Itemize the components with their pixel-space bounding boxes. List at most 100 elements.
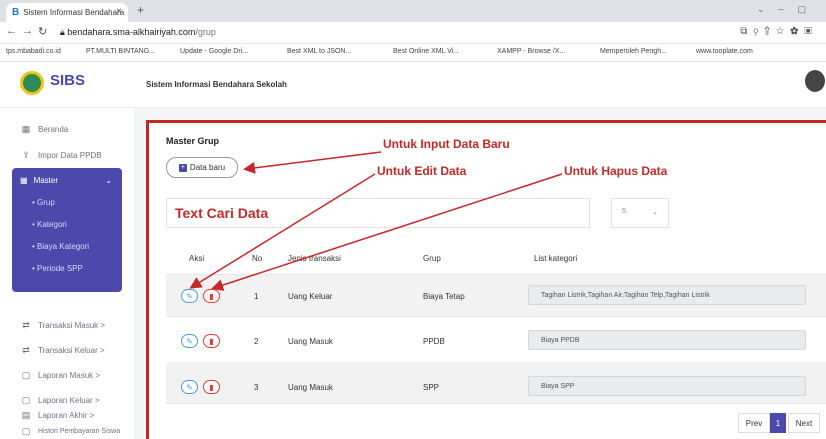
browser-tab[interactable]: B Sistem Informasi Bendahara × bbox=[6, 3, 128, 22]
forward-icon[interactable]: → bbox=[22, 25, 33, 37]
sidebar-subitem-biaya-kategori[interactable]: • Biaya Kategori bbox=[32, 242, 89, 251]
bookmarks-bar: tps.mbabadi.co.id PT.MULTI BINTANG... Up… bbox=[0, 44, 826, 62]
brand-name[interactable]: SIBS bbox=[50, 72, 85, 89]
cell-grup: Biaya Tetap bbox=[423, 292, 465, 301]
search-input[interactable]: Text Cari Data bbox=[166, 198, 590, 228]
document-icon: ▢ bbox=[21, 370, 31, 380]
sidebar-subitem-kategori[interactable]: • Kategori bbox=[32, 220, 67, 229]
row-divider bbox=[166, 316, 826, 317]
table-icon: ▦ bbox=[20, 176, 28, 185]
bookmark-item[interactable]: tps.mbabadi.co.id bbox=[6, 48, 61, 55]
chevron-down-icon: ⌄ bbox=[652, 209, 658, 216]
app-header bbox=[0, 62, 826, 108]
cell-kategori: Biaya SPP bbox=[528, 376, 806, 396]
app-title: Sistem Informasi Bendahara Sekolah bbox=[146, 80, 287, 89]
sidebar-subitem-periode-spp[interactable]: • Periode SPP bbox=[32, 264, 83, 273]
close-tab-icon[interactable]: × bbox=[116, 6, 122, 17]
bookmark-item[interactable]: PT.MULTI BINTANG... bbox=[86, 48, 155, 55]
row-divider bbox=[166, 403, 826, 404]
delete-button[interactable]: ▮ bbox=[203, 289, 220, 303]
document-icon: ▢ bbox=[21, 395, 31, 405]
window-controls[interactable]: ⌄–▢ bbox=[757, 4, 820, 15]
sidebar-item-label: Transaksi Masuk > bbox=[38, 321, 106, 330]
chevron-down-icon: ⌄ bbox=[105, 176, 112, 185]
edit-icon: ✎ bbox=[186, 291, 193, 301]
column-header-grup: Grup bbox=[423, 254, 441, 263]
plus-icon: + bbox=[178, 163, 187, 172]
browser-action-icons[interactable]: ⧉⚲⇪☆✿▣ bbox=[740, 26, 818, 37]
sidebar-item-master[interactable]: ▦ Master ⌄ bbox=[20, 176, 116, 185]
per-page-value: 5 bbox=[622, 208, 626, 215]
bookmark-item[interactable]: Memperoleh Pengh... bbox=[600, 48, 667, 55]
sidebar-item-label: Master bbox=[33, 176, 59, 185]
new-data-label: Data baru bbox=[189, 163, 226, 172]
sidebar-item-laporan-akhir[interactable]: ▤ Laporan Akhir > bbox=[20, 410, 95, 421]
avatar[interactable] bbox=[805, 70, 825, 92]
sidebar-subitem-grup[interactable]: • Grup bbox=[32, 198, 55, 207]
cell-grup: PPDB bbox=[423, 337, 445, 346]
edit-icon: ✎ bbox=[186, 382, 193, 392]
sidebar-item-label: Laporan Keluar > bbox=[38, 396, 100, 405]
sidebar-item-label: Beranda bbox=[38, 125, 69, 134]
annotation-input: Untuk Input Data Baru bbox=[383, 137, 510, 151]
edit-button[interactable]: ✎ bbox=[181, 380, 198, 394]
new-tab-button[interactable]: + bbox=[137, 3, 144, 17]
cell-grup: SPP bbox=[423, 383, 440, 392]
subitem-label: Grup bbox=[37, 198, 55, 207]
bookmark-item[interactable]: www.tooplate.com bbox=[696, 48, 753, 55]
sidebar-item-laporan-masuk[interactable]: ▢ Laporan Masuk > bbox=[20, 370, 100, 381]
reload-icon[interactable]: ↻ bbox=[38, 25, 47, 38]
pagination-next[interactable]: Next bbox=[788, 413, 820, 433]
subitem-label: Biaya Kategori bbox=[37, 242, 90, 251]
page-title: Master Grup bbox=[166, 136, 220, 146]
sidebar-item-transaksi-masuk[interactable]: ⇄ Transaksi Masuk > bbox=[20, 320, 105, 331]
sidebar-item-laporan-keluar[interactable]: ▢ Laporan Keluar > bbox=[20, 395, 100, 406]
cell-jenis: Uang Masuk bbox=[288, 383, 333, 392]
sidebar-item-label: Histori Pembayaran Siswa bbox=[38, 428, 121, 435]
per-page-select[interactable]: 5 ⌄ bbox=[611, 198, 669, 228]
bookmark-item[interactable]: Update - Google Dri... bbox=[180, 48, 248, 55]
sidebar-item-label: Impor Data PPDB bbox=[38, 151, 102, 160]
annotation-edit: Untuk Edit Data bbox=[377, 164, 467, 178]
school-logo bbox=[20, 71, 44, 95]
site-favicon-icon: B bbox=[12, 7, 20, 18]
report-icon: ▤ bbox=[21, 410, 31, 420]
cell-jenis: Uang Keluar bbox=[288, 292, 333, 301]
column-header-no: No bbox=[252, 254, 263, 263]
exchange-icon: ⇄ bbox=[22, 320, 30, 330]
edit-icon: ✎ bbox=[186, 336, 193, 346]
upload-icon: ⇪ bbox=[22, 150, 30, 160]
sidebar-item-impor[interactable]: ⇪ Impor Data PPDB bbox=[20, 150, 102, 161]
delete-button[interactable]: ▮ bbox=[203, 380, 220, 394]
sidebar-item-beranda[interactable]: ▦ Beranda bbox=[20, 124, 69, 135]
url-host: bendahara.sma-alkhairiyah.com bbox=[67, 27, 196, 37]
bookmark-item[interactable]: XAMPP - Browse /X... bbox=[497, 48, 565, 55]
edit-button[interactable]: ✎ bbox=[181, 334, 198, 348]
sidebar-master-group: ▦ Master ⌄ • Grup • Kategori • Biaya Kat… bbox=[12, 168, 122, 292]
trash-icon: ▮ bbox=[209, 291, 214, 301]
back-icon[interactable]: ← bbox=[6, 25, 17, 37]
sidebar-item-transaksi-keluar[interactable]: ⇄ Transaksi Keluar > bbox=[20, 345, 105, 356]
new-data-button[interactable]: + Data baru bbox=[166, 157, 238, 178]
grid-icon: ▦ bbox=[21, 124, 31, 134]
cell-kategori: Tagihan Listrik,Tagihan Air,Tagihan Telp… bbox=[528, 285, 806, 305]
tab-title: Sistem Informasi Bendahara bbox=[23, 8, 125, 17]
trash-icon: ▮ bbox=[209, 382, 214, 392]
cell-no: 1 bbox=[254, 292, 259, 301]
column-header-kategori: List kategori bbox=[534, 254, 578, 263]
bookmark-item[interactable]: Best Online XML Vi... bbox=[393, 48, 459, 55]
browser-tab-bar: B Sistem Informasi Bendahara × + ⌄–▢ bbox=[0, 0, 826, 22]
cell-no: 2 bbox=[254, 337, 259, 346]
sidebar-item-label: Transaksi Keluar > bbox=[38, 346, 105, 355]
edit-button[interactable]: ✎ bbox=[181, 289, 198, 303]
pagination-prev[interactable]: Prev bbox=[738, 413, 770, 433]
document-icon: ▢ bbox=[21, 426, 31, 436]
subitem-label: Kategori bbox=[37, 220, 67, 229]
url-field[interactable]: 🔒︎ bendahara.sma-alkhairiyah.com/grup bbox=[60, 27, 216, 38]
sidebar-item-histori[interactable]: ▢ Histori Pembayaran Siswa bbox=[20, 426, 120, 437]
address-bar: ← → ↻ 🔒︎ bendahara.sma-alkhairiyah.com/g… bbox=[0, 22, 826, 44]
url-path: /grup bbox=[195, 27, 216, 37]
bookmark-item[interactable]: Best XML to JSON... bbox=[287, 48, 351, 55]
pagination-page-1[interactable]: 1 bbox=[770, 413, 786, 433]
delete-button[interactable]: ▮ bbox=[203, 334, 220, 348]
